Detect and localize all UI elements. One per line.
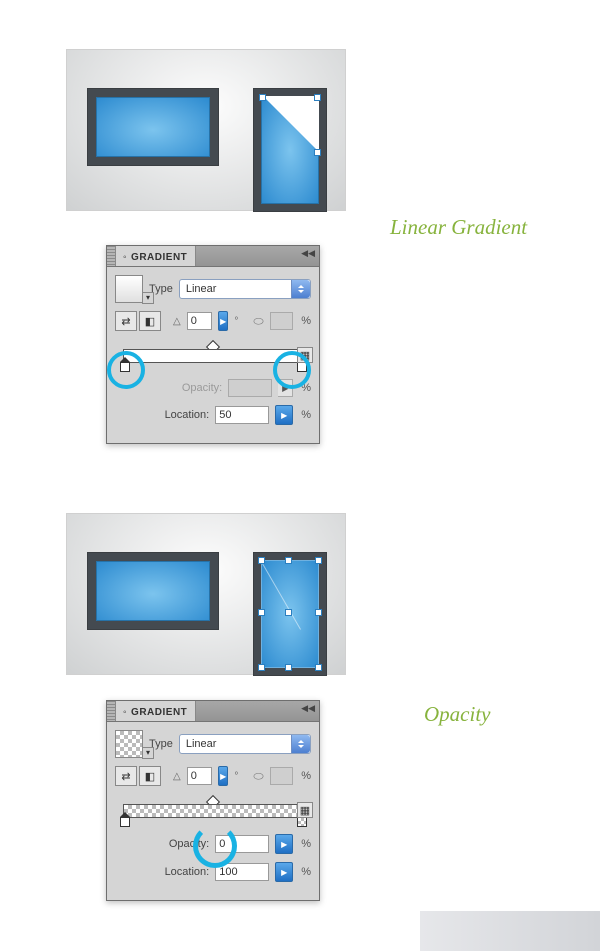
window-glass xyxy=(96,97,210,157)
angle-input[interactable]: 0 xyxy=(187,312,212,330)
type-value: Linear xyxy=(186,738,217,750)
panel-tab-gradient[interactable]: ◦ GRADIENT xyxy=(116,701,196,721)
gradient-swatch[interactable]: ▾ xyxy=(115,275,143,303)
door-frame xyxy=(253,88,327,212)
gradient-ramp[interactable]: ▦ xyxy=(117,339,309,373)
panel-grip[interactable] xyxy=(107,246,116,266)
opacity-label: Opacity: xyxy=(182,382,222,394)
gradient-panel-2: ◦ GRADIENT ◀◀ ▾ Type Linear ⇄ ◧ △ 0 ▶ ° … xyxy=(106,700,320,901)
gradient-stop-left[interactable] xyxy=(120,817,130,829)
panel-title: GRADIENT xyxy=(131,252,187,263)
type-select[interactable]: Linear xyxy=(179,734,311,754)
percent-symbol: % xyxy=(301,315,311,327)
gradient-panel-1: ◦ GRADIENT ◀◀ ▾ Type Linear ⇄ ◧ △ 0 ▶ ° … xyxy=(106,245,320,444)
angle-stepper[interactable]: ▶ xyxy=(218,311,228,331)
panel-collapse-icon[interactable]: ◀◀ xyxy=(301,248,315,259)
gradient-options-button[interactable]: ◧ xyxy=(139,766,161,786)
illustration-top xyxy=(66,49,346,211)
annotation-linear-gradient: Linear Gradient xyxy=(390,215,527,240)
percent-symbol: % xyxy=(301,770,311,782)
door-highlight-triangle xyxy=(261,96,319,204)
selection-handle[interactable] xyxy=(258,557,265,564)
gradient-options-button[interactable]: ◧ xyxy=(139,311,161,331)
selection-handle[interactable] xyxy=(258,664,265,671)
panel-tabbar: ◦ GRADIENT ◀◀ xyxy=(107,246,319,267)
selection-handle[interactable] xyxy=(285,664,292,671)
aspect-icon: ⬭ xyxy=(253,314,263,329)
aspect-icon: ⬭ xyxy=(253,769,263,784)
angle-icon: △ xyxy=(173,316,181,327)
gradient-stop-right[interactable] xyxy=(297,817,307,829)
angle-input[interactable]: 0 xyxy=(187,767,212,785)
panel-grip[interactable] xyxy=(107,701,116,721)
location-input[interactable]: 50 xyxy=(215,406,269,424)
location-label: Location: xyxy=(165,866,210,878)
selection-handle[interactable] xyxy=(314,149,321,156)
gradient-bar[interactable] xyxy=(123,349,303,363)
type-select[interactable]: Linear xyxy=(179,279,311,299)
percent-symbol: % xyxy=(301,382,311,394)
selection-handle[interactable] xyxy=(258,609,265,616)
location-stepper[interactable]: ▶ xyxy=(275,862,293,882)
type-value: Linear xyxy=(186,283,217,295)
selection-handle[interactable] xyxy=(315,557,322,564)
swatch-menu-icon[interactable]: ▾ xyxy=(142,747,154,759)
opacity-popup-icon[interactable]: ▶ xyxy=(278,379,293,397)
selection-handle[interactable] xyxy=(315,609,322,616)
aspect-input[interactable] xyxy=(270,312,294,330)
selection-handle[interactable] xyxy=(315,664,322,671)
add-stop-button[interactable]: ▦ xyxy=(297,347,313,363)
window-frame xyxy=(87,552,219,630)
opacity-input[interactable] xyxy=(228,379,272,397)
annotation-opacity: Opacity xyxy=(424,702,490,727)
reverse-gradient-button[interactable]: ⇄ xyxy=(115,766,137,786)
panel-tabbar: ◦ GRADIENT ◀◀ xyxy=(107,701,319,722)
angle-icon: △ xyxy=(173,771,181,782)
selection-handle[interactable] xyxy=(285,609,292,616)
location-label: Location: xyxy=(165,409,210,421)
panel-collapse-icon[interactable]: ◀◀ xyxy=(301,703,315,714)
percent-symbol: % xyxy=(301,838,311,850)
opacity-label: Opacity: xyxy=(169,838,209,850)
illustration-bottom xyxy=(66,513,346,675)
add-stop-button[interactable]: ▦ xyxy=(297,802,313,818)
percent-symbol: % xyxy=(301,866,311,878)
gradient-ramp[interactable]: ▦ xyxy=(117,794,309,828)
dropdown-arrows-icon xyxy=(291,280,310,298)
selection-handle[interactable] xyxy=(314,94,321,101)
aspect-input[interactable] xyxy=(270,767,294,785)
window-glass xyxy=(96,561,210,621)
degree-symbol: ° xyxy=(234,771,238,782)
location-input[interactable]: 100 xyxy=(215,863,269,881)
gradient-stop-left[interactable] xyxy=(120,362,130,374)
gradient-swatch[interactable]: ▾ xyxy=(115,730,143,758)
window-frame xyxy=(87,88,219,166)
gradient-bar[interactable] xyxy=(123,804,303,818)
location-stepper[interactable]: ▶ xyxy=(275,405,293,425)
opacity-stepper[interactable]: ▶ xyxy=(275,834,293,854)
opacity-input[interactable]: 0 xyxy=(215,835,269,853)
percent-symbol: % xyxy=(301,409,311,421)
panel-title: GRADIENT xyxy=(131,707,187,718)
selection-handle[interactable] xyxy=(285,557,292,564)
angle-stepper[interactable]: ▶ xyxy=(218,766,228,786)
degree-symbol: ° xyxy=(234,316,238,327)
panel-tab-gradient[interactable]: ◦ GRADIENT xyxy=(116,246,196,266)
gradient-stop-right[interactable] xyxy=(297,362,307,374)
dropdown-arrows-icon xyxy=(291,735,310,753)
selection-handle[interactable] xyxy=(259,94,266,101)
decorative-bottom-strip xyxy=(420,911,600,951)
reverse-gradient-button[interactable]: ⇄ xyxy=(115,311,137,331)
door-frame xyxy=(253,552,327,676)
swatch-menu-icon[interactable]: ▾ xyxy=(142,292,154,304)
